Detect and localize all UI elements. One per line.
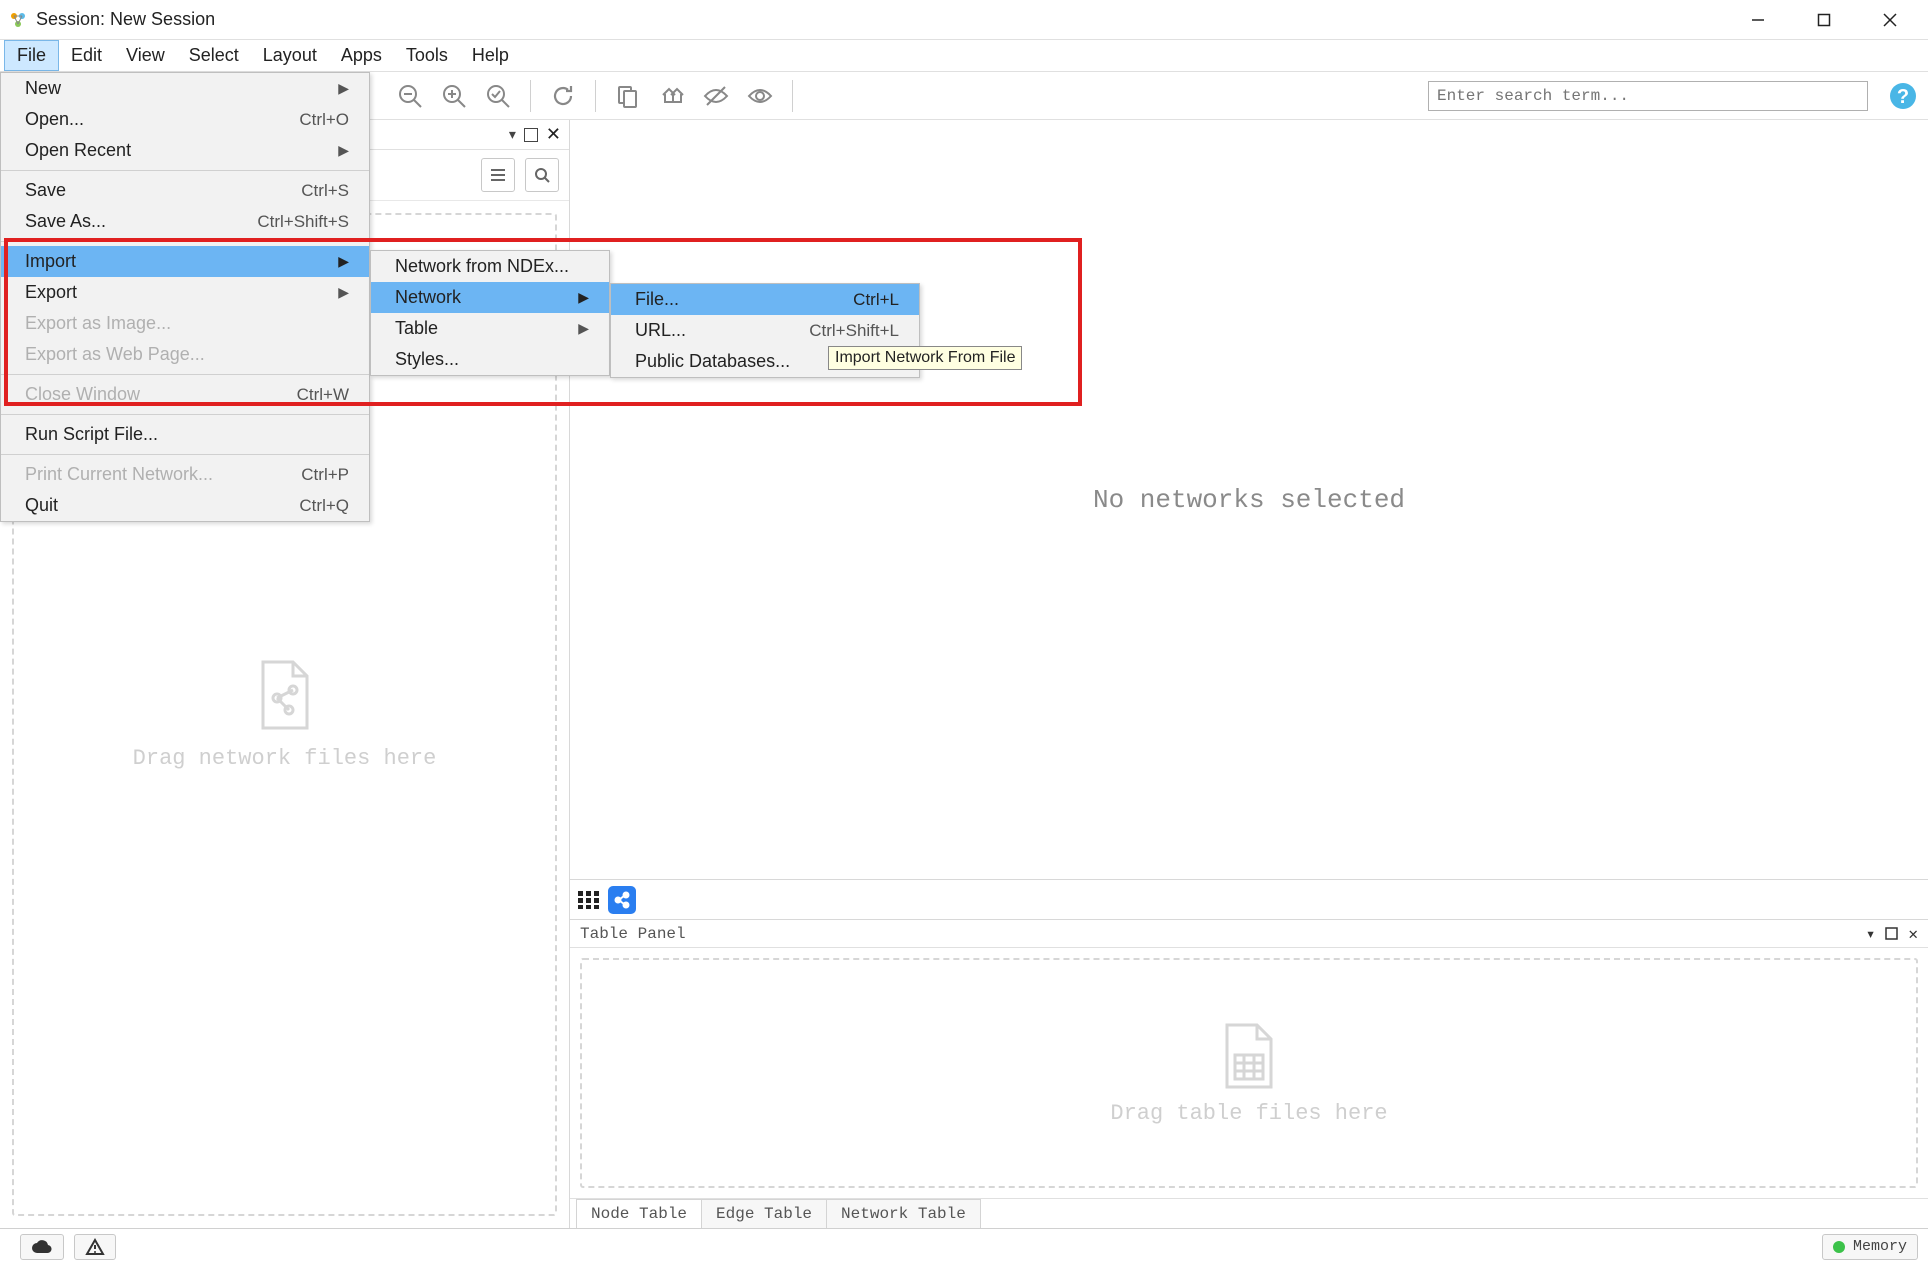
warning-status-button[interactable]	[74, 1234, 116, 1260]
refresh-icon[interactable]	[543, 76, 583, 116]
file-menu-item-0[interactable]: New▶	[1, 73, 369, 104]
table-panel-header: Table Panel ▾ ✕	[570, 920, 1928, 948]
import-menu-item-0[interactable]: Network from NDEx...	[371, 251, 609, 282]
table-file-icon	[1221, 1021, 1277, 1091]
panel-float-icon[interactable]	[524, 128, 538, 142]
file-menu-item-7[interactable]: Import▶	[1, 246, 369, 277]
table-panel-title: Table Panel	[580, 925, 686, 943]
drop-network-label: Drag network files here	[133, 746, 437, 771]
import-menu-item-3[interactable]: Styles...	[371, 344, 609, 375]
cloud-status-button[interactable]	[20, 1234, 64, 1260]
copy-icon[interactable]	[608, 76, 648, 116]
menu-edit[interactable]: Edit	[59, 40, 114, 71]
close-button[interactable]	[1868, 5, 1912, 35]
table-float-icon[interactable]	[1885, 927, 1898, 940]
app-icon	[8, 10, 28, 30]
menu-file[interactable]: File	[4, 40, 59, 71]
menu-select[interactable]: Select	[177, 40, 251, 71]
file-icon	[255, 658, 315, 732]
memory-status-dot	[1833, 1241, 1845, 1253]
import-menu-item-1[interactable]: Network▶	[371, 282, 609, 313]
network-menu-item-1[interactable]: URL...Ctrl+Shift+L	[611, 315, 919, 346]
file-menu-item-8[interactable]: Export▶	[1, 277, 369, 308]
menu-layout[interactable]: Layout	[251, 40, 329, 71]
table-dropdown-icon[interactable]: ▾	[1866, 924, 1876, 944]
zoom-out-icon[interactable]	[390, 76, 430, 116]
file-menu-item-9: Export as Image...	[1, 308, 369, 339]
svg-text:?: ?	[1897, 86, 1909, 108]
tab-edge-table[interactable]: Edge Table	[701, 1199, 827, 1228]
network-view: No networks selected	[570, 120, 1928, 880]
drop-table-label: Drag table files here	[1110, 1101, 1387, 1126]
mini-toolbar	[570, 880, 1928, 920]
share-icon[interactable]	[608, 886, 636, 914]
table-close-icon[interactable]: ✕	[1908, 924, 1918, 944]
maximize-button[interactable]	[1802, 5, 1846, 35]
file-menu-item-5[interactable]: Save As...Ctrl+Shift+S	[1, 206, 369, 237]
menubar: File Edit View Select Layout Apps Tools …	[0, 40, 1928, 72]
menu-help[interactable]: Help	[460, 40, 521, 71]
statusbar: Memory	[0, 1228, 1928, 1264]
file-menu-item-16: Print Current Network...Ctrl+P	[1, 459, 369, 490]
menu-tools[interactable]: Tools	[394, 40, 460, 71]
menu-apps[interactable]: Apps	[329, 40, 394, 71]
search-button[interactable]	[525, 158, 559, 192]
home-icon[interactable]	[652, 76, 692, 116]
zoom-fit-icon[interactable]	[478, 76, 518, 116]
zoom-in-icon[interactable]	[434, 76, 474, 116]
table-drop-zone[interactable]: Drag table files here	[580, 958, 1918, 1188]
titlebar: Session: New Session	[0, 0, 1928, 40]
network-view-message: No networks selected	[1093, 485, 1405, 515]
file-menu: New▶Open...Ctrl+OOpen Recent▶ SaveCtrl+SS…	[0, 72, 370, 522]
file-menu-item-17[interactable]: QuitCtrl+Q	[1, 490, 369, 521]
file-menu-item-4[interactable]: SaveCtrl+S	[1, 175, 369, 206]
import-menu-item-2[interactable]: Table▶	[371, 313, 609, 344]
memory-label: Memory	[1853, 1238, 1907, 1255]
panel-close-icon[interactable]: ✕	[546, 124, 561, 145]
hide-icon[interactable]	[696, 76, 736, 116]
tab-node-table[interactable]: Node Table	[576, 1199, 702, 1228]
file-menu-item-1[interactable]: Open...Ctrl+O	[1, 104, 369, 135]
table-tabs: Node Table Edge Table Network Table	[570, 1198, 1928, 1228]
file-menu-item-12: Close WindowCtrl+W	[1, 379, 369, 410]
import-submenu: Network from NDEx...Network▶Table▶Styles…	[370, 250, 610, 376]
minimize-button[interactable]	[1736, 5, 1780, 35]
menu-view[interactable]: View	[114, 40, 177, 71]
grid-view-icon[interactable]	[578, 891, 600, 909]
file-menu-item-10: Export as Web Page...	[1, 339, 369, 370]
panel-dropdown-icon[interactable]: ▾	[509, 126, 516, 143]
help-icon[interactable]: ?	[1886, 79, 1920, 113]
window-title: Session: New Session	[36, 9, 1736, 30]
file-menu-item-2[interactable]: Open Recent▶	[1, 135, 369, 166]
memory-status-button[interactable]: Memory	[1822, 1234, 1918, 1260]
search-input[interactable]	[1428, 81, 1868, 111]
tab-network-table[interactable]: Network Table	[826, 1199, 981, 1228]
file-menu-item-14[interactable]: Run Script File...	[1, 419, 369, 450]
list-options-button[interactable]	[481, 158, 515, 192]
show-icon[interactable]	[740, 76, 780, 116]
tooltip: Import Network From File	[828, 346, 1022, 370]
network-menu-item-0[interactable]: File...Ctrl+L	[611, 284, 919, 315]
